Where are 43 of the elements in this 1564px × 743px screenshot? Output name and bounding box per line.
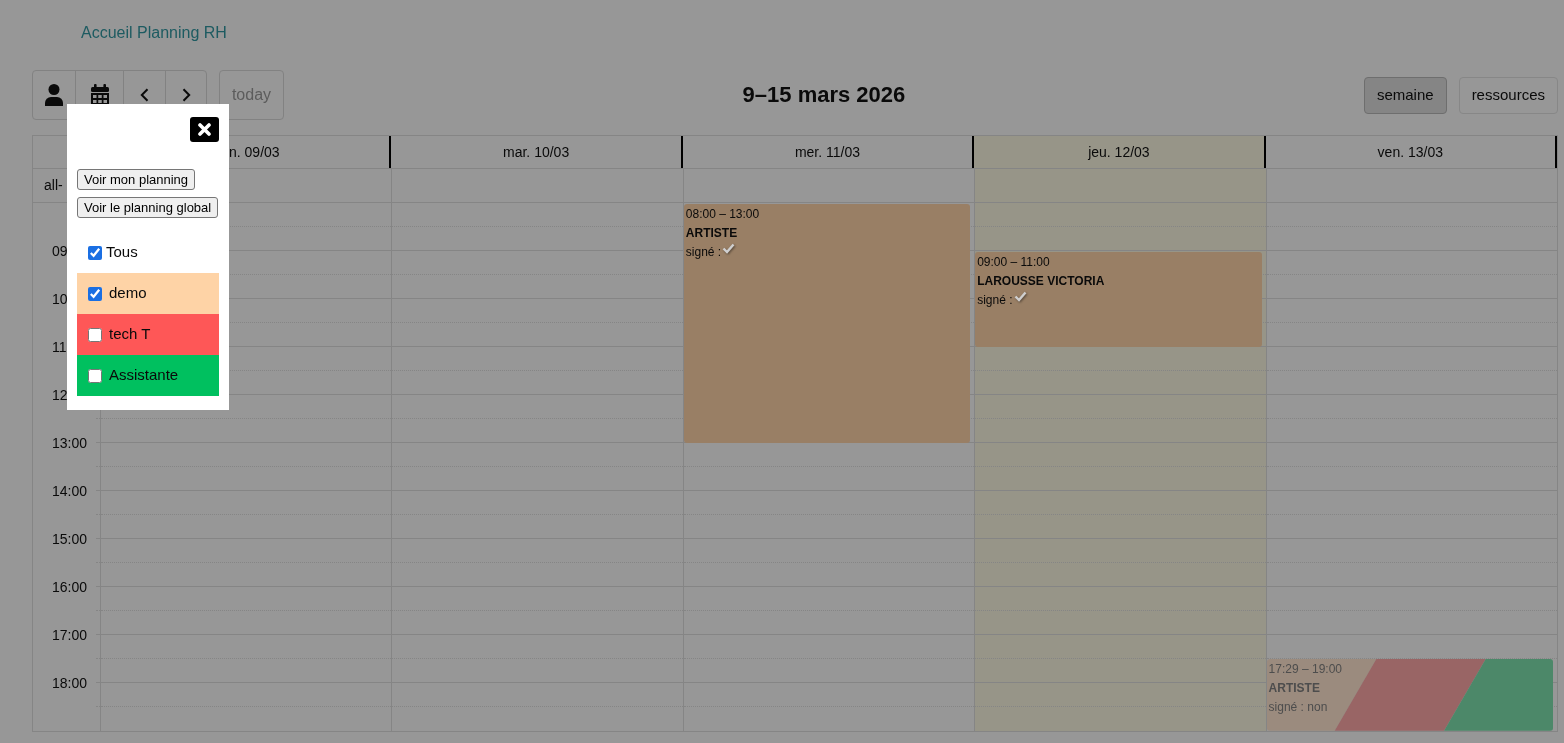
time-label: 12	[52, 387, 68, 403]
day-header: mar. 10/03	[391, 136, 683, 168]
chevron-right-icon	[181, 88, 191, 102]
all-day-label: all-	[44, 176, 63, 195]
checkbox[interactable]	[88, 286, 102, 301]
day-header: ven. 13/03	[1265, 136, 1557, 168]
day-header: jeu. 12/03	[974, 136, 1266, 168]
event-title: LAROUSSE VICTORIA	[977, 273, 1105, 290]
time-label: 17:00	[52, 627, 88, 643]
time-label: 14:00	[52, 483, 88, 499]
event-status: signé :	[685, 244, 722, 261]
event-status: signé :	[977, 292, 1013, 309]
event-time: 09:00 – 11:00	[977, 254, 1050, 271]
checkbox-label[interactable]: Tous	[106, 241, 138, 264]
checkbox[interactable]	[88, 245, 102, 260]
view-button[interactable]: ressources	[1458, 76, 1558, 114]
planning-button[interactable]: Voir le planning global	[77, 197, 219, 218]
event-title: ARTISTE	[1268, 680, 1320, 698]
event-card[interactable]: 09:00 – 11:00 LAROUSSE VICTORIA signé :	[975, 252, 1262, 347]
person-icon	[45, 84, 63, 106]
event-status: signé : non	[1268, 699, 1328, 717]
close-button[interactable]	[190, 117, 219, 142]
group-label[interactable]: Assistante	[109, 364, 179, 387]
checkbox[interactable]	[88, 327, 102, 342]
time-label: 09	[52, 243, 68, 259]
event-time: 08:00 – 13:00	[685, 206, 760, 223]
time-label: 16:00	[52, 579, 88, 595]
time-label: 11	[52, 339, 67, 355]
time-label: 18:00	[52, 675, 88, 691]
time-label: 15:00	[52, 531, 88, 547]
date-range-title: 9–15 mars 2026	[742, 82, 906, 108]
time-label: 13:00	[52, 435, 88, 451]
group-label[interactable]: demo	[109, 282, 147, 305]
planning-button[interactable]: Voir mon planning	[77, 169, 196, 190]
checkbox[interactable]	[88, 368, 102, 383]
event-time: 17:29 – 19:00	[1268, 661, 1342, 679]
event-title: ARTISTE	[685, 225, 738, 242]
close-icon	[198, 123, 211, 136]
event-card[interactable]: 08:00 – 13:00 ARTISTE signé :	[683, 204, 971, 443]
time-label: 10	[52, 291, 68, 307]
group-label[interactable]: tech T	[109, 323, 151, 346]
view-button[interactable]: semaine	[1363, 76, 1447, 114]
chevron-left-icon	[140, 88, 149, 102]
